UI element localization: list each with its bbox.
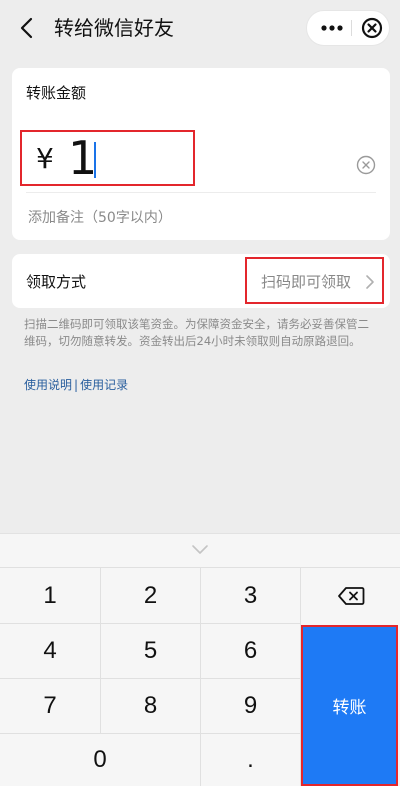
backspace-icon [337,586,364,605]
key-5[interactable]: 5 [101,624,200,678]
receive-method-row: 领取方式 扫码即可领取 [12,254,390,308]
note-field[interactable]: 添加备注（50字以内） [28,207,172,227]
backspace-key[interactable] [301,568,400,623]
capsule-divider [351,20,352,36]
chevron-right-icon [366,275,374,289]
key-2[interactable]: 2 [101,568,200,623]
receive-method-selector[interactable]: 扫码即可领取 [245,257,384,304]
history-link[interactable]: 使用记录 [80,378,128,392]
link-separator: | [74,378,79,392]
card-divider [26,192,376,193]
key-6[interactable]: 6 [201,624,300,678]
help-links: 使用说明 | 使用记录 [24,376,128,393]
close-icon[interactable] [355,11,389,45]
key-0[interactable]: 0 [0,734,200,786]
currency-symbol: ¥ [36,142,54,175]
amount-input[interactable]: ¥ 1 [20,130,195,186]
key-decimal[interactable]: . [201,734,300,786]
help-link[interactable]: 使用说明 [24,378,72,392]
more-icon[interactable] [313,11,349,45]
chevron-down-icon[interactable] [188,542,212,558]
clear-icon[interactable] [355,154,377,176]
back-icon[interactable] [12,13,42,43]
amount-value: 1 [68,131,98,185]
mini-program-capsule [306,10,390,46]
receive-method-label: 领取方式 [26,273,87,291]
key-4[interactable]: 4 [0,624,100,678]
key-9[interactable]: 9 [201,679,300,733]
key-8[interactable]: 8 [101,679,200,733]
transfer-button[interactable]: 转账 [301,625,398,786]
key-7[interactable]: 7 [0,679,100,733]
text-cursor [94,142,96,178]
nav-bar: 转给微信好友 [0,0,400,56]
key-3[interactable]: 3 [201,568,300,623]
description-text: 扫描二维码即可领取该笔资金。为保障资金安全，请务必妥善保管二维码，切勿随意转发。… [24,317,369,348]
page-title: 转给微信好友 [54,16,174,40]
key-1[interactable]: 1 [0,568,100,623]
amount-label: 转账金额 [26,84,87,102]
amount-card: 转账金额 ¥ 1 添加备注（50字以内） [12,68,390,240]
receive-method-value: 扫码即可领取 [261,273,352,291]
